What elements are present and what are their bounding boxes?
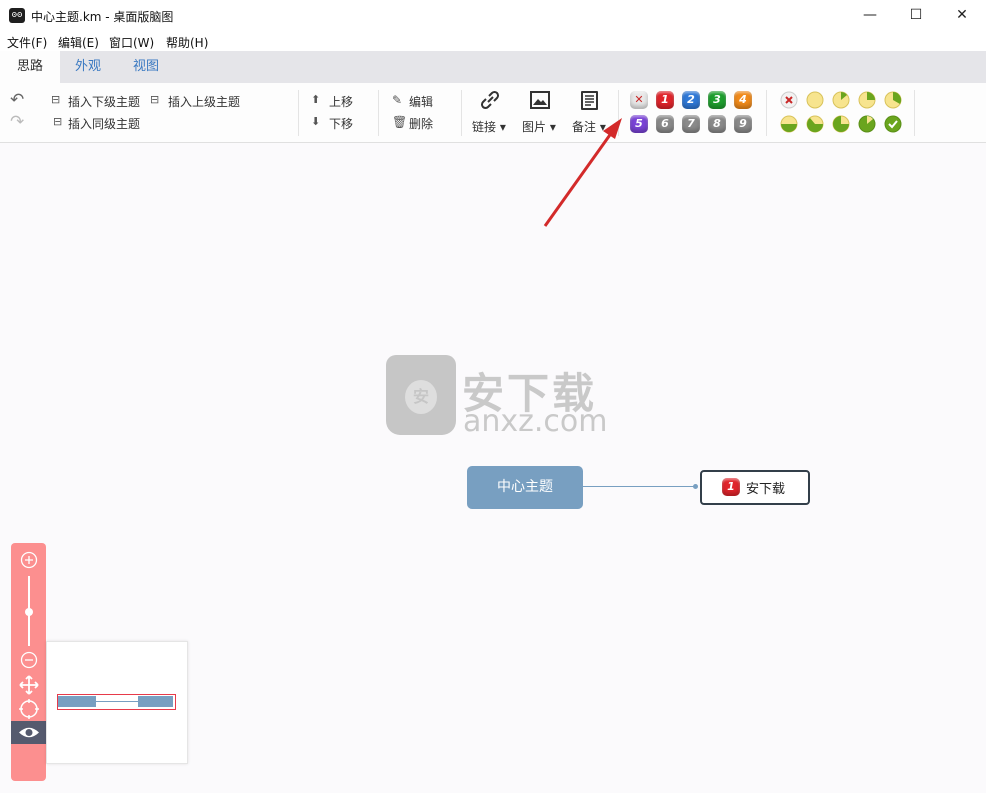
progress-7-icon[interactable] [858,115,876,133]
minimap-connector [96,701,138,702]
menu-window[interactable]: 窗口(W) [109,34,154,51]
priority-6-icon[interactable]: 6 [656,115,674,133]
toolbar-divider [618,90,619,136]
edit-icon: ✎ [392,93,403,107]
image-button[interactable]: 图片 ▾ [522,118,556,135]
priority-4-icon[interactable]: 4 [734,91,752,109]
progress-done-icon[interactable] [884,115,902,133]
remove-priority-icon[interactable]: ✕ [630,91,648,109]
note-button[interactable]: 备注 ▾ [572,118,606,135]
image-icon[interactable] [530,91,550,109]
trash-icon: 🗑 [392,115,408,129]
progress-0-icon[interactable] [806,91,824,109]
link-icon[interactable] [480,89,500,111]
menu-file[interactable]: 文件(F) [7,34,47,51]
zoom-out-icon[interactable] [20,651,38,669]
eye-icon[interactable] [18,725,40,740]
priority-3-icon[interactable]: 3 [708,91,726,109]
center-topic[interactable]: 中心主题 [467,466,583,509]
tab-idea[interactable]: 思路 [0,51,60,83]
progress-3-icon[interactable] [884,91,902,109]
toolbar-divider [461,90,462,136]
menu-edit[interactable]: 编辑(E) [58,34,99,51]
watermark-domain: anxz.com [463,404,608,439]
priority-8-icon[interactable]: 8 [708,115,726,133]
menu-help[interactable]: 帮助(H) [166,34,208,51]
toolbar-divider [766,90,767,136]
insert-child-button[interactable]: 插入下级主题 [68,93,140,110]
locate-center-icon[interactable] [19,699,39,719]
zoom-in-icon[interactable] [20,551,38,569]
note-icon[interactable] [581,91,598,110]
maximize-button[interactable]: ☐ [893,0,939,31]
arrow-up-icon: ⬆ [311,93,321,106]
undo-icon[interactable]: ↶ [10,90,24,110]
minimap-child-topic [138,696,173,707]
progress-5-icon[interactable] [806,115,824,133]
insert-parent-icon: ⊟ [150,93,160,106]
toolbar-divider [914,90,915,136]
edit-button[interactable]: 编辑 [409,93,433,110]
progress-2-icon[interactable] [858,91,876,109]
remove-progress-icon[interactable] [780,91,798,109]
owl-app-icon: ʘʘ [9,8,25,23]
priority-1-icon[interactable]: 1 [656,91,674,109]
insert-sibling-button[interactable]: 插入同级主题 [68,115,140,132]
move-up-button[interactable]: 上移 [329,93,353,110]
priority-9-icon[interactable]: 9 [734,115,752,133]
insert-child-icon: ⊟ [51,93,61,106]
child-topic-label: 安下载 [746,482,786,497]
progress-4-icon[interactable] [780,115,798,133]
minimize-button[interactable]: — [847,0,893,31]
progress-6-icon[interactable] [832,115,850,133]
toolbar-divider [298,90,299,136]
priority-2-icon[interactable]: 2 [682,91,700,109]
zoom-slider-handle[interactable] [25,608,33,616]
topic-connector [583,486,697,487]
connector-dot [693,484,698,489]
insert-sibling-icon: ⊟ [53,115,63,128]
tab-view[interactable]: 视图 [118,51,174,83]
window-title: 中心主题.km - 桌面版脑图 [31,10,174,24]
insert-parent-button[interactable]: 插入上级主题 [168,93,240,110]
move-down-button[interactable]: 下移 [329,115,353,132]
progress-1-icon[interactable] [832,91,850,109]
link-button[interactable]: 链接 ▾ [472,118,506,135]
toolbar-divider [378,90,379,136]
close-button[interactable]: ✕ [939,0,985,31]
watermark-shield-text: 安 [405,380,437,414]
arrow-down-icon: ⬇ [311,115,321,128]
tab-appearance[interactable]: 外观 [60,51,116,83]
move-icon[interactable] [19,675,39,695]
redo-icon[interactable]: ↷ [10,112,24,132]
priority-1-icon: 1 [722,478,740,496]
priority-5-icon[interactable]: 5 [630,115,648,133]
minimap-center-topic [58,696,96,707]
delete-button[interactable]: 删除 [409,115,433,132]
priority-7-icon[interactable]: 7 [682,115,700,133]
